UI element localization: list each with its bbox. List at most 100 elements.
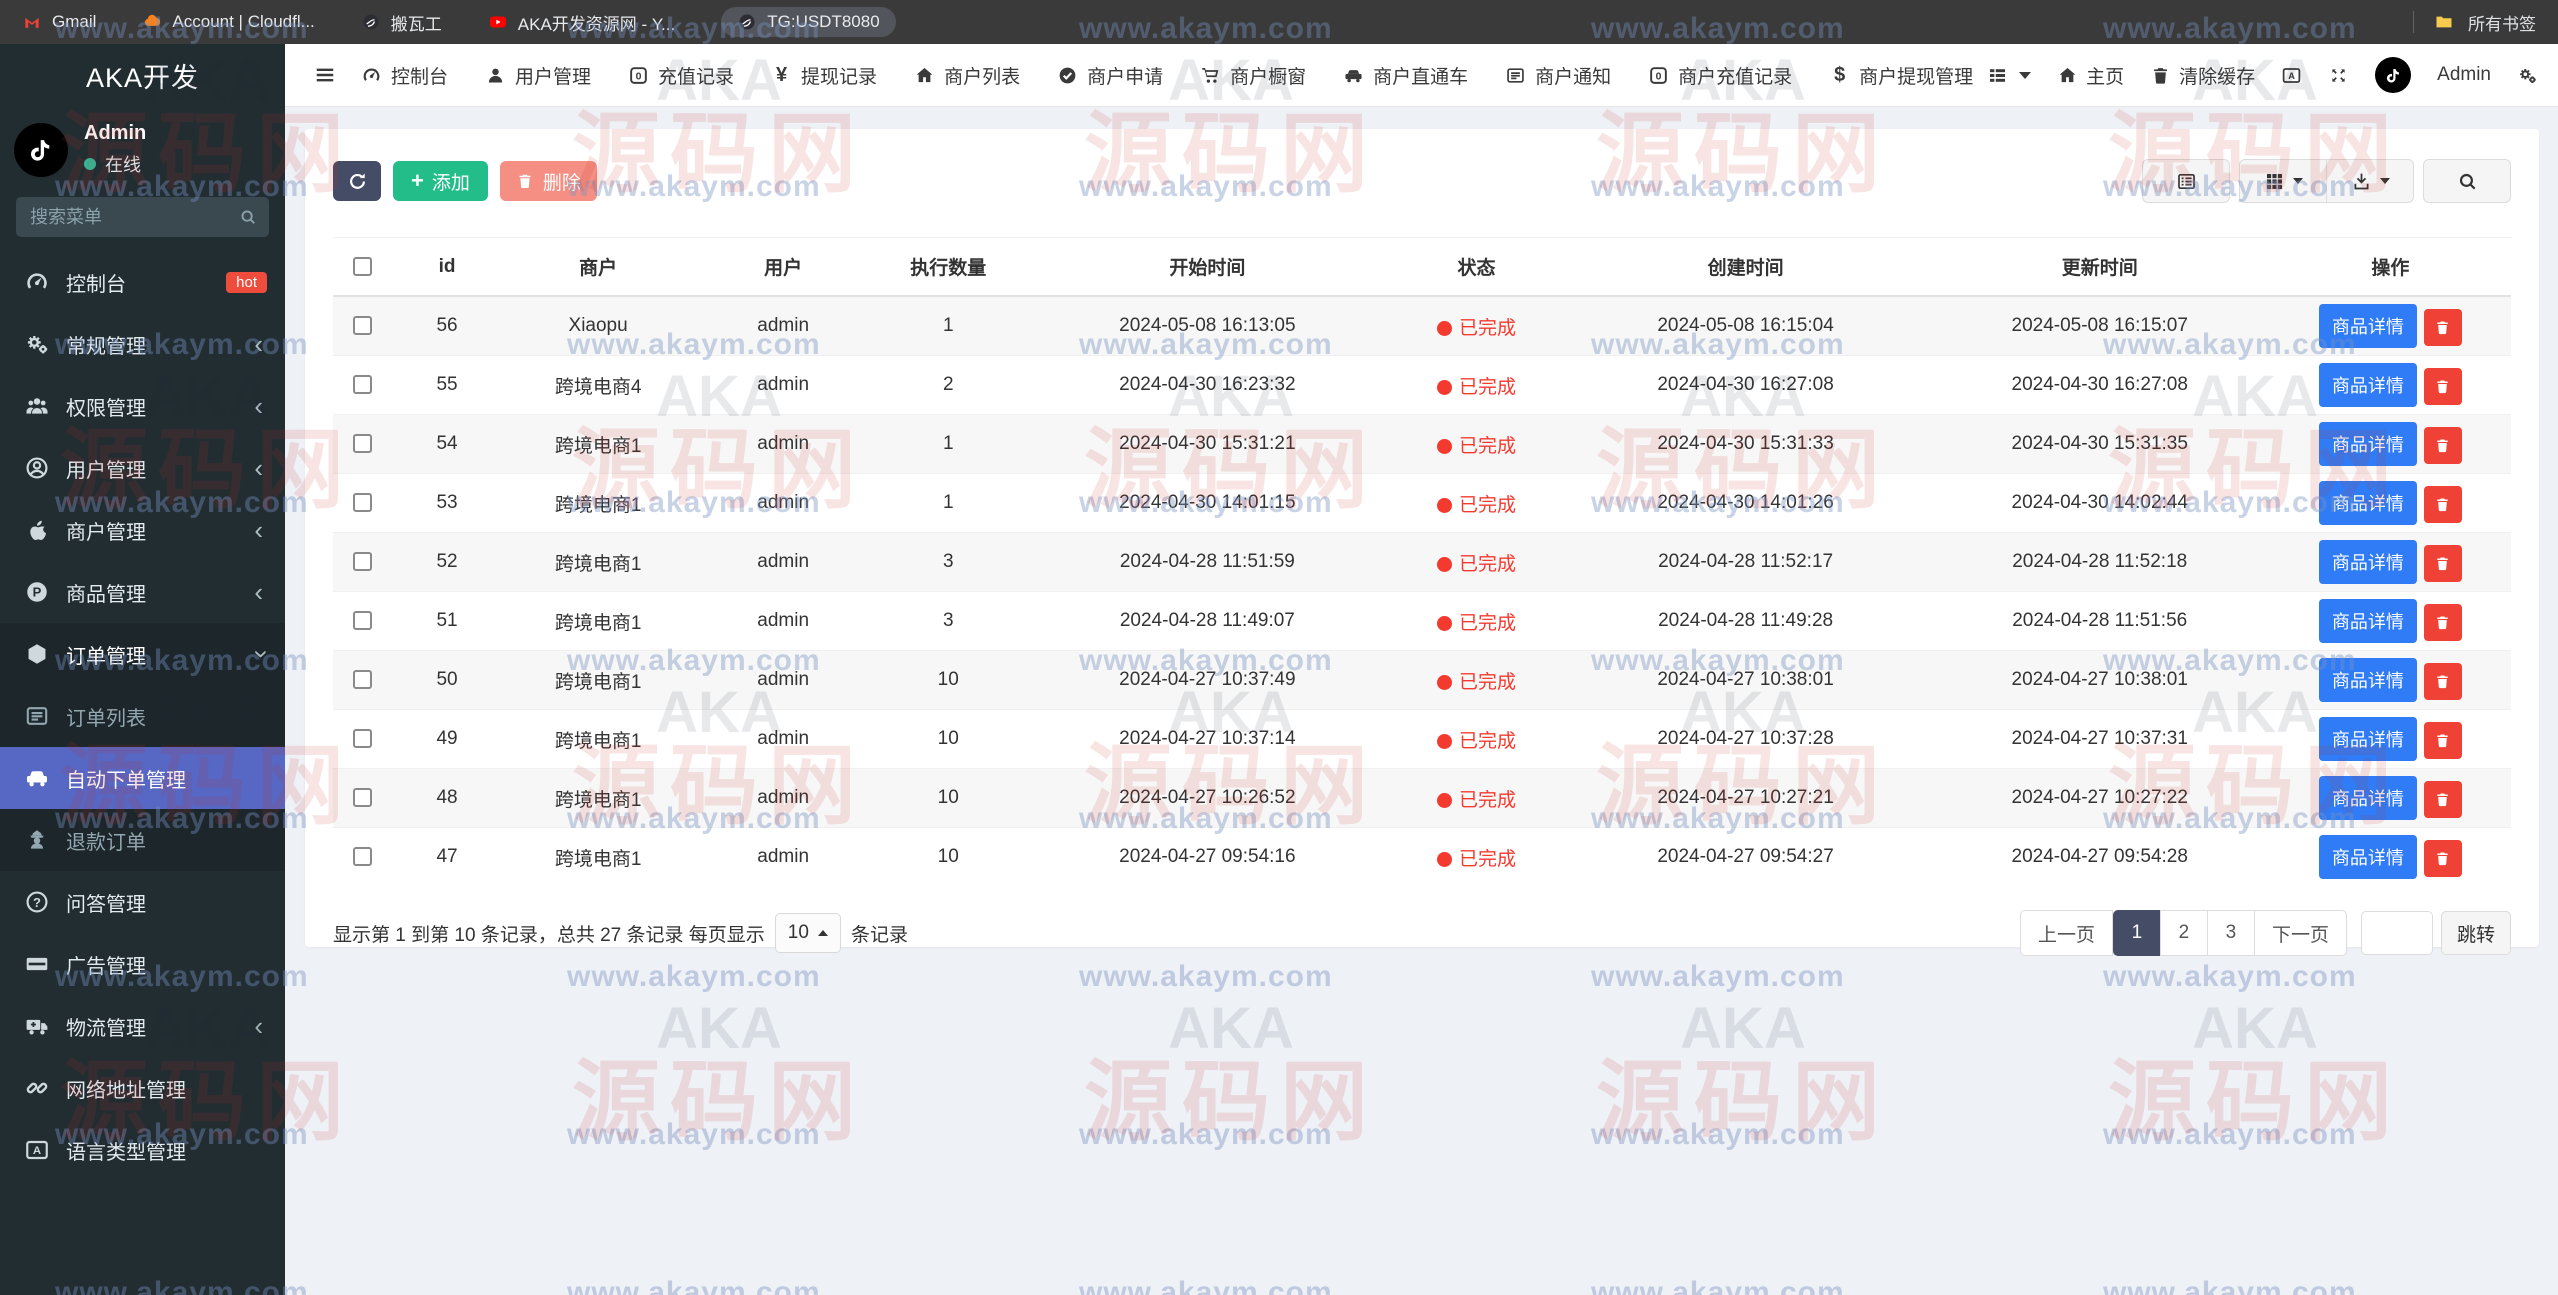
product-detail-button[interactable]: 商品详情	[2319, 304, 2417, 348]
home-link[interactable]: 主页	[2057, 62, 2124, 89]
select-all-checkbox[interactable]	[353, 257, 372, 276]
trash-icon	[2434, 437, 2451, 454]
user-icon	[485, 65, 506, 86]
detail-view-button[interactable]	[2142, 159, 2230, 203]
product-detail-button[interactable]: 商品详情	[2319, 481, 2417, 525]
sidebar-item-refund-orders[interactable]: 退款订单	[0, 809, 285, 871]
sidebar-item-order-list[interactable]: 订单列表	[0, 685, 285, 747]
delete-button[interactable]: 删除	[500, 161, 597, 201]
product-detail-button[interactable]: 商品详情	[2319, 422, 2417, 466]
all-bookmarks-label[interactable]: 所有书签	[2468, 10, 2536, 35]
sidebar-item-language-type-management[interactable]: A语言类型管理	[0, 1119, 285, 1181]
sidebar-item-dashboard[interactable]: 控制台hot	[0, 251, 285, 313]
delete-row-button[interactable]	[2424, 604, 2462, 641]
delete-row-button[interactable]	[2424, 427, 2462, 464]
sidebar-item-qa-management[interactable]: ?问答管理	[0, 871, 285, 933]
row-checkbox[interactable]	[353, 316, 372, 335]
topnav-item-merchant-showcase[interactable]: 商户橱窗	[1200, 62, 1306, 89]
trash-icon	[2434, 378, 2451, 395]
bookmark-aka-resource[interactable]: AKA开发资源网 - Y...	[488, 10, 675, 35]
hamburger-menu-button[interactable]	[305, 55, 345, 95]
list-dropdown-button[interactable]	[1987, 65, 2031, 86]
product-detail-button[interactable]: 商品详情	[2319, 363, 2417, 407]
settings-gear-button[interactable]	[2517, 65, 2538, 86]
delete-row-button[interactable]	[2424, 722, 2462, 759]
sidebar-item-product-management[interactable]: P商品管理‹	[0, 561, 285, 623]
product-detail-button[interactable]: 商品详情	[2319, 540, 2417, 584]
chevron-left-icon: ‹	[254, 393, 263, 419]
topnav-item-withdraw-records[interactable]: ¥提现记录	[771, 62, 877, 89]
row-checkbox[interactable]	[353, 434, 372, 453]
row-checkbox[interactable]	[353, 788, 372, 807]
bookmark-tg-usdt[interactable]: TG:USDT8080	[721, 7, 895, 37]
fullscreen-button[interactable]	[2328, 65, 2349, 86]
topnav-items: 控制台 用户管理 0充值记录 ¥提现记录 商户列表 商户申请 商户橱窗 商户直通车 商户通知 0商…	[361, 62, 1973, 89]
row-checkbox[interactable]	[353, 670, 372, 689]
add-button[interactable]: + 添加	[393, 161, 488, 201]
sidebar-item-network-address-management[interactable]: 网络地址管理	[0, 1057, 285, 1119]
sidebar-item-general-management[interactable]: 常规管理‹	[0, 313, 285, 375]
topnav-item-merchant-apply[interactable]: 商户申请	[1057, 62, 1163, 89]
product-detail-button[interactable]: 商品详情	[2319, 599, 2417, 643]
account-name: Admin	[2437, 64, 2491, 86]
prev-page-button[interactable]: 上一页	[2020, 910, 2113, 956]
cell-start-time: 2024-04-28 11:49:07	[1023, 592, 1391, 651]
topnav-item-merchant-list[interactable]: 商户列表	[914, 62, 1020, 89]
sidebar-item-auto-order-management[interactable]: 自动下单管理	[0, 747, 285, 809]
topnav-item-recharge-records[interactable]: 0充值记录	[628, 62, 734, 89]
product-detail-button[interactable]: 商品详情	[2319, 717, 2417, 761]
topnav-item-dashboard[interactable]: 控制台	[361, 62, 448, 89]
product-detail-button[interactable]: 商品详情	[2319, 658, 2417, 702]
clear-cache-button[interactable]: 清除缓存	[2150, 62, 2255, 89]
delete-row-button[interactable]	[2424, 368, 2462, 405]
delete-row-button[interactable]	[2424, 663, 2462, 700]
avatar[interactable]	[2375, 57, 2411, 93]
product-detail-button[interactable]: 商品详情	[2319, 776, 2417, 820]
page-size-dropdown[interactable]: 10	[775, 913, 841, 953]
product-detail-button[interactable]: 商品详情	[2319, 835, 2417, 879]
status-dot-icon	[1437, 852, 1452, 867]
sidebar-item-permission-management[interactable]: 权限管理‹	[0, 375, 285, 437]
delete-row-button[interactable]	[2424, 545, 2462, 582]
page-button-2[interactable]: 2	[2160, 910, 2208, 956]
cell-select	[333, 592, 391, 651]
refresh-button[interactable]	[333, 161, 381, 201]
delete-row-button[interactable]	[2424, 781, 2462, 818]
page-button-3[interactable]: 3	[2207, 910, 2255, 956]
topnav-item-merchant-express[interactable]: 商户直通车	[1343, 62, 1468, 89]
sidebar-item-ad-management[interactable]: 广告管理	[0, 933, 285, 995]
row-checkbox[interactable]	[353, 552, 372, 571]
bookmark-banwagong[interactable]: 搬瓦工	[361, 10, 442, 35]
sidebar-item-user-management[interactable]: 用户管理‹	[0, 437, 285, 499]
row-checkbox[interactable]	[353, 493, 372, 512]
delete-row-button[interactable]	[2424, 309, 2462, 346]
row-checkbox[interactable]	[353, 375, 372, 394]
delete-row-button[interactable]	[2424, 486, 2462, 523]
columns-dropdown-button[interactable]	[2239, 159, 2327, 203]
jump-page-input[interactable]	[2361, 911, 2433, 955]
yen-icon: ¥	[771, 65, 792, 86]
row-checkbox[interactable]	[353, 847, 372, 866]
topnav-item-merchant-recharge-records[interactable]: 0商户充值记录	[1648, 62, 1792, 89]
sidebar-item-order-management[interactable]: 订单管理‹	[0, 623, 285, 685]
bookmark-cloudflare-account[interactable]: Account | Cloudfl...	[142, 12, 314, 32]
sidebar-item-merchant-management[interactable]: 商户管理‹	[0, 499, 285, 561]
bookmark-gmail[interactable]: Gmail	[22, 12, 96, 32]
sidebar-search	[16, 197, 269, 237]
topnav-item-user-management[interactable]: 用户管理	[485, 62, 591, 89]
row-checkbox[interactable]	[353, 729, 372, 748]
table-search-button[interactable]	[2423, 159, 2511, 203]
delete-row-button[interactable]	[2424, 840, 2462, 877]
account-menu[interactable]: Admin	[2437, 64, 2491, 86]
next-page-button[interactable]: 下一页	[2254, 910, 2347, 956]
language-button[interactable]: A	[2281, 65, 2302, 86]
row-checkbox[interactable]	[353, 611, 372, 630]
gauge-icon	[24, 269, 50, 295]
sidebar-item-logistics-management[interactable]: 物流管理‹	[0, 995, 285, 1057]
sidebar-search-input[interactable]	[28, 206, 239, 229]
page-button-1[interactable]: 1	[2113, 910, 2161, 956]
topnav-item-merchant-withdraw-management[interactable]: $商户提现管理	[1829, 62, 1973, 89]
jump-button[interactable]: 跳转	[2441, 911, 2511, 955]
topnav-item-merchant-notice[interactable]: 商户通知	[1505, 62, 1611, 89]
export-dropdown-button[interactable]	[2326, 159, 2414, 203]
